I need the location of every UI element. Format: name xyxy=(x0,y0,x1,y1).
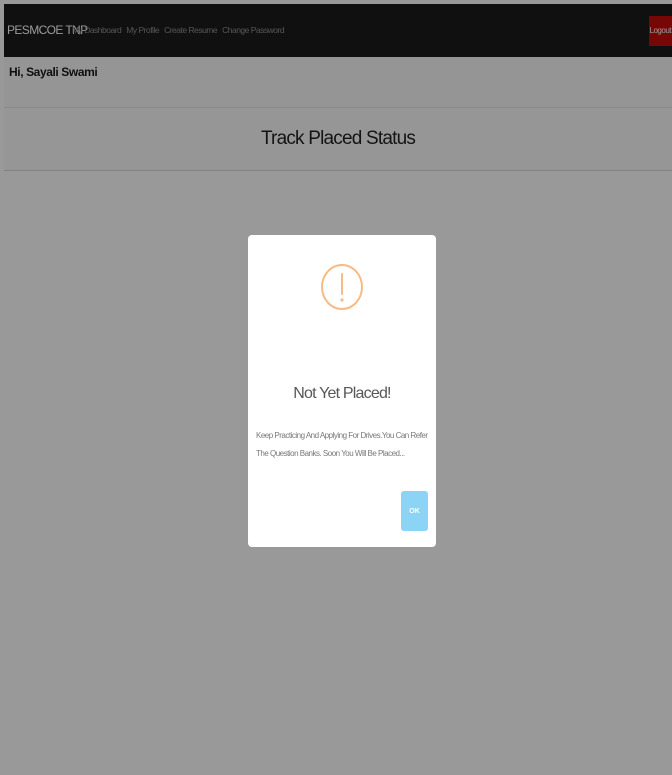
status-modal: Not Yet Placed! Keep Practicing And Appl… xyxy=(248,235,436,547)
modal-message: Keep Practicing And Applying For Drives.… xyxy=(256,431,428,458)
modal-title: Not Yet Placed! xyxy=(293,385,391,402)
ok-button[interactable]: OK xyxy=(401,491,428,531)
warning-exclamation-icon xyxy=(321,264,363,310)
viewport: PESMCOE TNP My Dashboard My Profile Crea… xyxy=(0,0,672,775)
